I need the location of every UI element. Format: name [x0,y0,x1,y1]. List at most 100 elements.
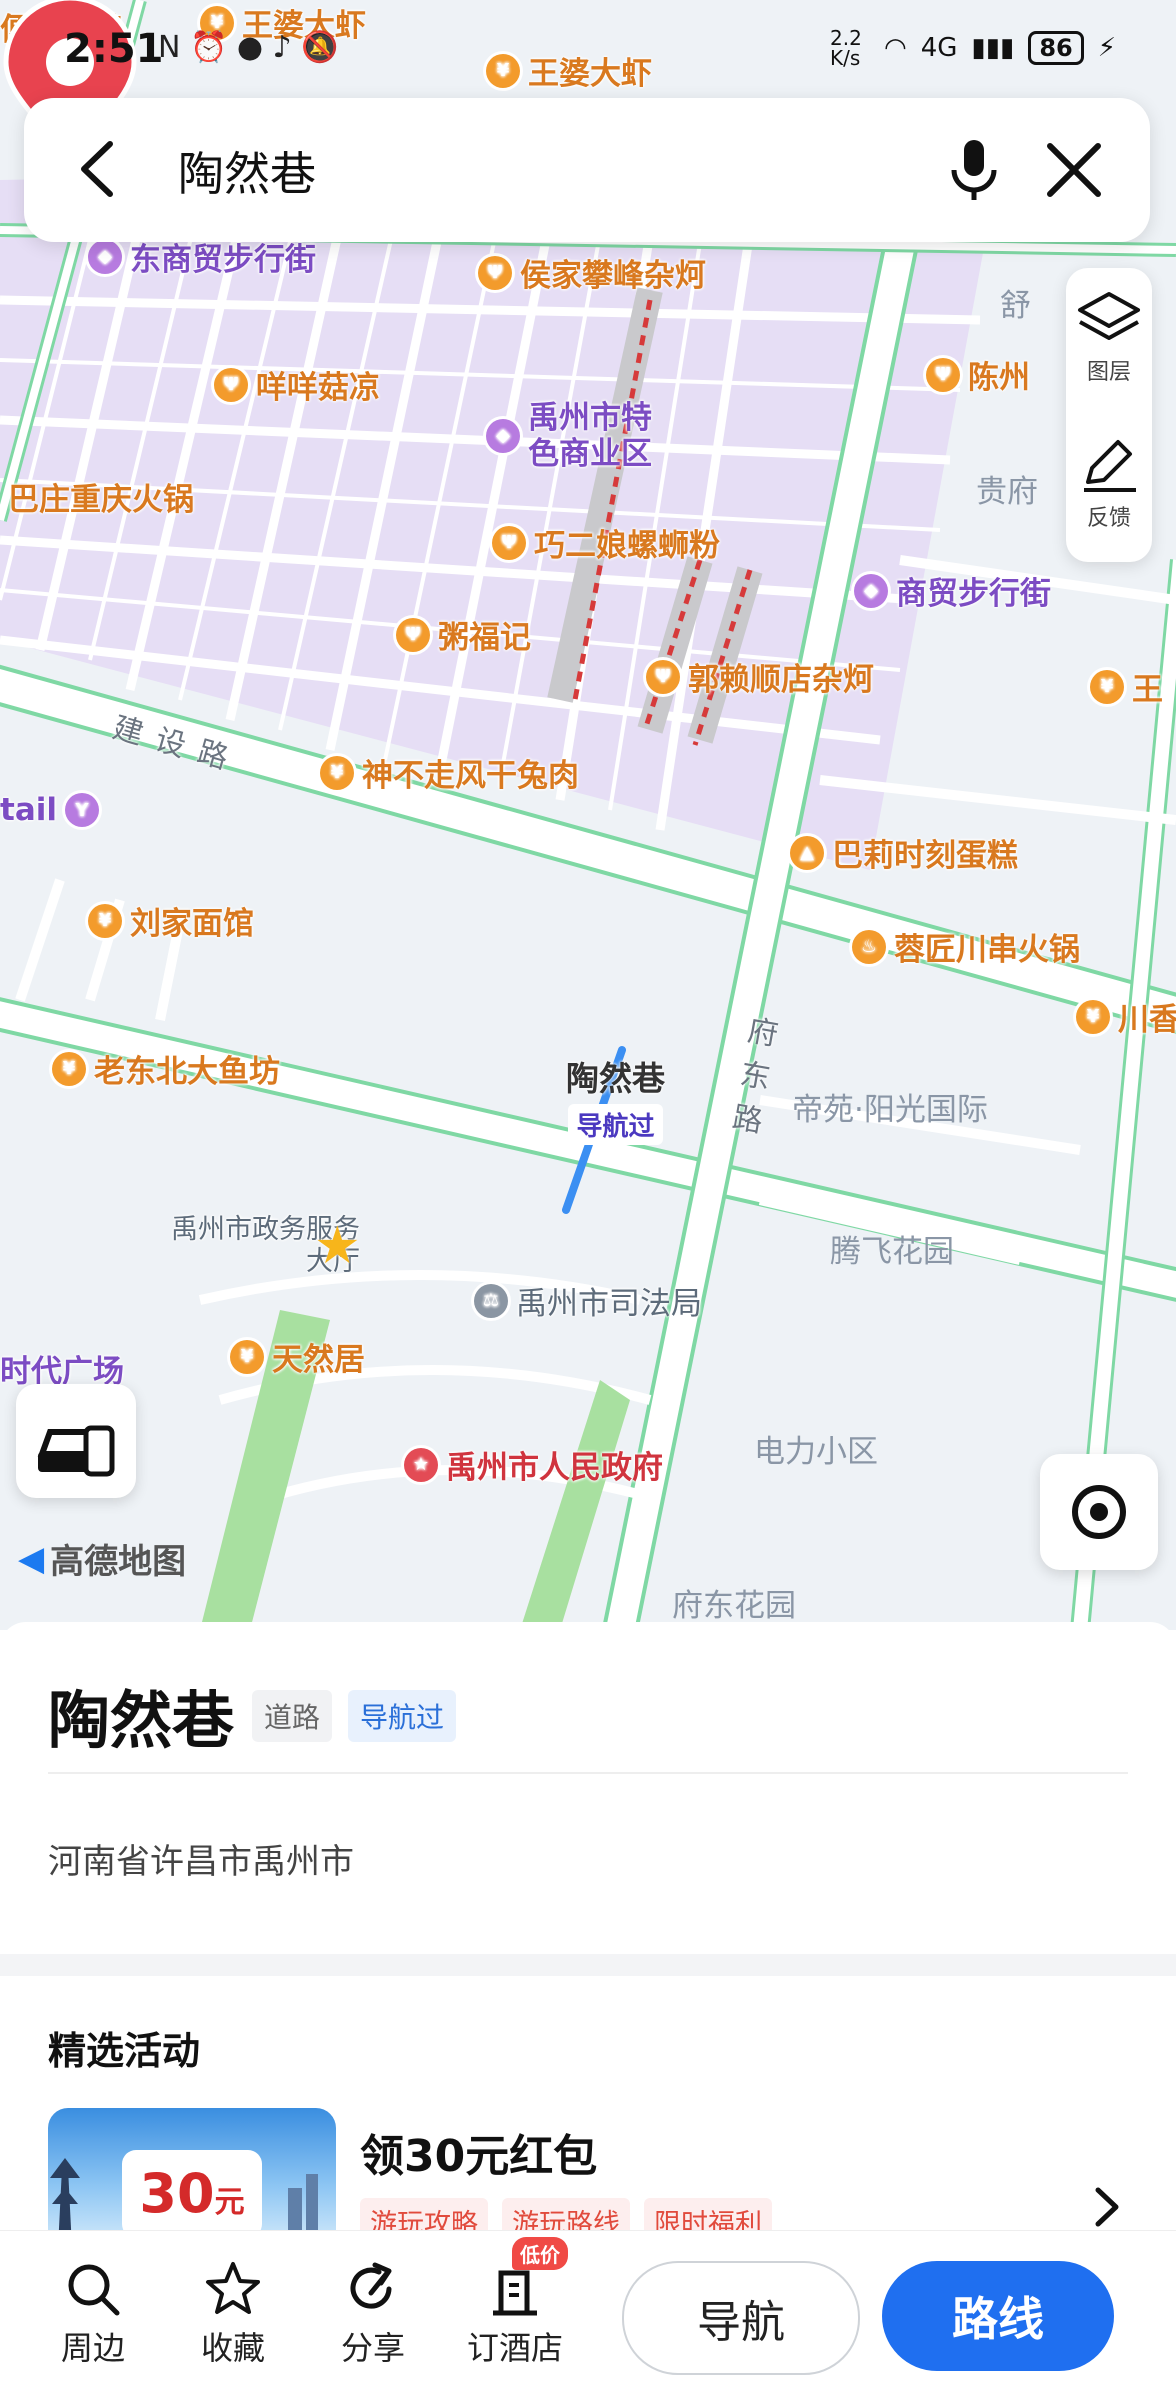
place-name: 陶然巷 [48,1684,235,1757]
back-icon[interactable] [64,134,134,204]
poi-label[interactable]: ¥ 刘家面馆 [88,898,254,943]
clock: 2:51 [64,26,164,72]
place-card[interactable]: 陶然巷 道路 导航过 河南省许昌市禹州市 [0,1622,1176,1958]
poi-label[interactable]: ▲ 巴莉时刻蛋糕 [790,830,1018,875]
restaurant-icon: Ψ [396,617,430,652]
food-icon: ¥ [88,903,122,938]
clear-icon[interactable] [1034,130,1114,210]
area-label: 府东花园 [672,1588,796,1624]
area-label: 舒 [1000,288,1031,324]
status-bar: 2:51 N ⏰ ● ♪ 🔕 2.2 K/s ◠ 4G ▮▮▮ 86 ⚡ [0,20,1176,80]
section-gap [0,1954,1176,1976]
poi-label[interactable]: Ψ 巧二娘螺蛳粉 [492,520,720,565]
activity-chip[interactable]: 限时福利 [644,2198,772,2230]
restaurant-icon: Ψ [478,255,512,290]
search-bar[interactable]: 陶然巷 [24,98,1150,242]
activity-thumbnail[interactable]: 30元 [48,2108,336,2230]
wifi-icon: ◠ [884,33,907,63]
activity-chip[interactable]: 游玩路线 [502,2198,630,2230]
place-type-tag: 道路 [252,1690,333,1742]
search-query[interactable]: 陶然巷 [178,138,316,204]
food-icon: ¥ [52,1051,86,1086]
place-address: 河南省许昌市禹州市 [48,1842,354,1882]
poi-label[interactable]: ¥ 天然居 [230,1334,365,1379]
poi-label[interactable]: ★ 禹州市人民政府 [404,1442,663,1487]
bottom-action-bar: 周边 收藏 分享 订酒店 低价 导航 路线 [0,2230,1176,2401]
shopping-icon: ◆ [88,239,122,274]
poi-label[interactable]: ⚖ 禹州市司法局 [474,1278,702,1323]
poi-label[interactable]: ¥ 川香 [1076,994,1176,1039]
navigate-button[interactable]: 导航 [622,2261,860,2375]
activity-title[interactable]: 领30元红包 [360,2120,597,2184]
poi-label[interactable]: ♨ 蓉匠川串火锅 [852,924,1080,969]
battery-level: 86 [1028,31,1084,65]
activity-chip[interactable]: 游玩攻略 [360,2198,488,2230]
food-icon: ¥ [1076,999,1110,1034]
location-icon: ● [236,30,264,65]
net-speed: 2.2 K/s [830,26,862,70]
area-label: 贵府 [976,474,1038,510]
mute-icon: 🔕 [301,30,339,65]
shopping-icon: ◆ [854,573,888,608]
shopping-icon: ◆ [486,419,520,453]
amap-logo-icon: ◀ [18,1538,45,1579]
poi-label[interactable]: ◆ 禹州市特色商业区 [486,400,706,472]
feedback-label: 反馈 [1086,506,1131,531]
food-icon: ¥ [1090,669,1124,704]
alarm-icon: ⏰ [190,30,228,65]
share-button[interactable]: 分享 [318,2259,428,2369]
chevron-right-icon[interactable] [1090,2184,1124,2230]
favorite-button[interactable]: 收藏 [178,2259,288,2369]
poi-label[interactable]: ¥ 神不走风干兔肉 [320,750,579,795]
nearby-label: 周边 [60,2329,125,2367]
hotel-label: 订酒店 [466,2329,563,2367]
poi-label[interactable]: Ψ 粥福记 [396,612,531,657]
favorite-label: 收藏 [200,2329,265,2367]
poi-label[interactable]: Ψ 陈州 [926,352,1030,397]
restaurant-icon: Ψ [646,659,680,694]
restaurant-icon: Ψ [214,367,248,402]
poi-label[interactable]: 巴庄重庆火锅 [8,474,194,519]
share-icon [350,2262,392,2309]
visited-tag: 导航过 [348,1690,457,1742]
pin-label: 陶然巷 导航过 [566,1052,665,1145]
route-button[interactable]: 路线 [882,2261,1114,2371]
poi-label[interactable]: Ψ 咩咩菇凉 [214,362,380,407]
restaurant-icon: Ψ [926,357,960,392]
status-right: 2.2 K/s ◠ 4G ▮▮▮ 86 ⚡ [830,28,1116,68]
poi-label[interactable]: ¥ 王 [1090,664,1163,709]
area-label: 帝苑·阳光国际 [792,1092,988,1128]
locate-button[interactable] [1040,1454,1158,1570]
poi-label[interactable]: Ψ 侯家攀峰杂炣 [478,250,706,295]
divider [48,1772,1128,1774]
food-icon: ¥ [320,755,354,790]
south-streets [15,878,1081,1505]
activity-chips: 游玩攻略 游玩路线 限时福利 [360,2198,772,2230]
signal-icon: ▮▮▮ [971,33,1015,63]
bakery-icon: ▲ [790,835,824,870]
amap-logo: ◀ 高德地图 [18,1538,187,1583]
edit-icon [1084,440,1136,492]
car-phone-button[interactable] [16,1384,136,1498]
map-view[interactable]: 便面炒鸡 ¥王婆大虾 ¥王婆大虾 ◆东商贸步行街 Ψ侯家攀峰杂炣 Ψ咩咩菇凉 ◆… [0,0,1176,1630]
layers-button[interactable]: 图层 [1066,288,1152,386]
poi-label[interactable]: Ψ 郭赖顺店杂炣 [646,654,874,699]
poi-label[interactable]: tail Y [0,792,99,828]
poi-label[interactable]: ◆ 商贸步行街 [854,568,1051,613]
hotel-button[interactable]: 订酒店 [460,2259,570,2369]
area-label: 腾飞花园 [830,1234,954,1270]
poi-label[interactable]: ¥ 老东北大鱼坊 [52,1046,280,1091]
restaurant-icon: Ψ [492,525,526,560]
feedback-button[interactable]: 反馈 [1066,434,1152,532]
voice-search-icon[interactable] [934,130,1014,210]
star-icon: ★ [314,1216,361,1276]
charging-icon: ⚡ [1097,33,1116,63]
pin-name: 陶然巷 [566,1059,665,1098]
layers-label: 图层 [1086,360,1131,385]
nearby-button[interactable]: 周边 [38,2259,148,2369]
low-price-badge: 低价 [512,2237,568,2270]
star-outline-icon [206,2262,260,2314]
activity-heading: 精选活动 [48,2029,201,2073]
area-label: 电力小区 [754,1434,878,1470]
net-type: 4G [920,33,958,63]
